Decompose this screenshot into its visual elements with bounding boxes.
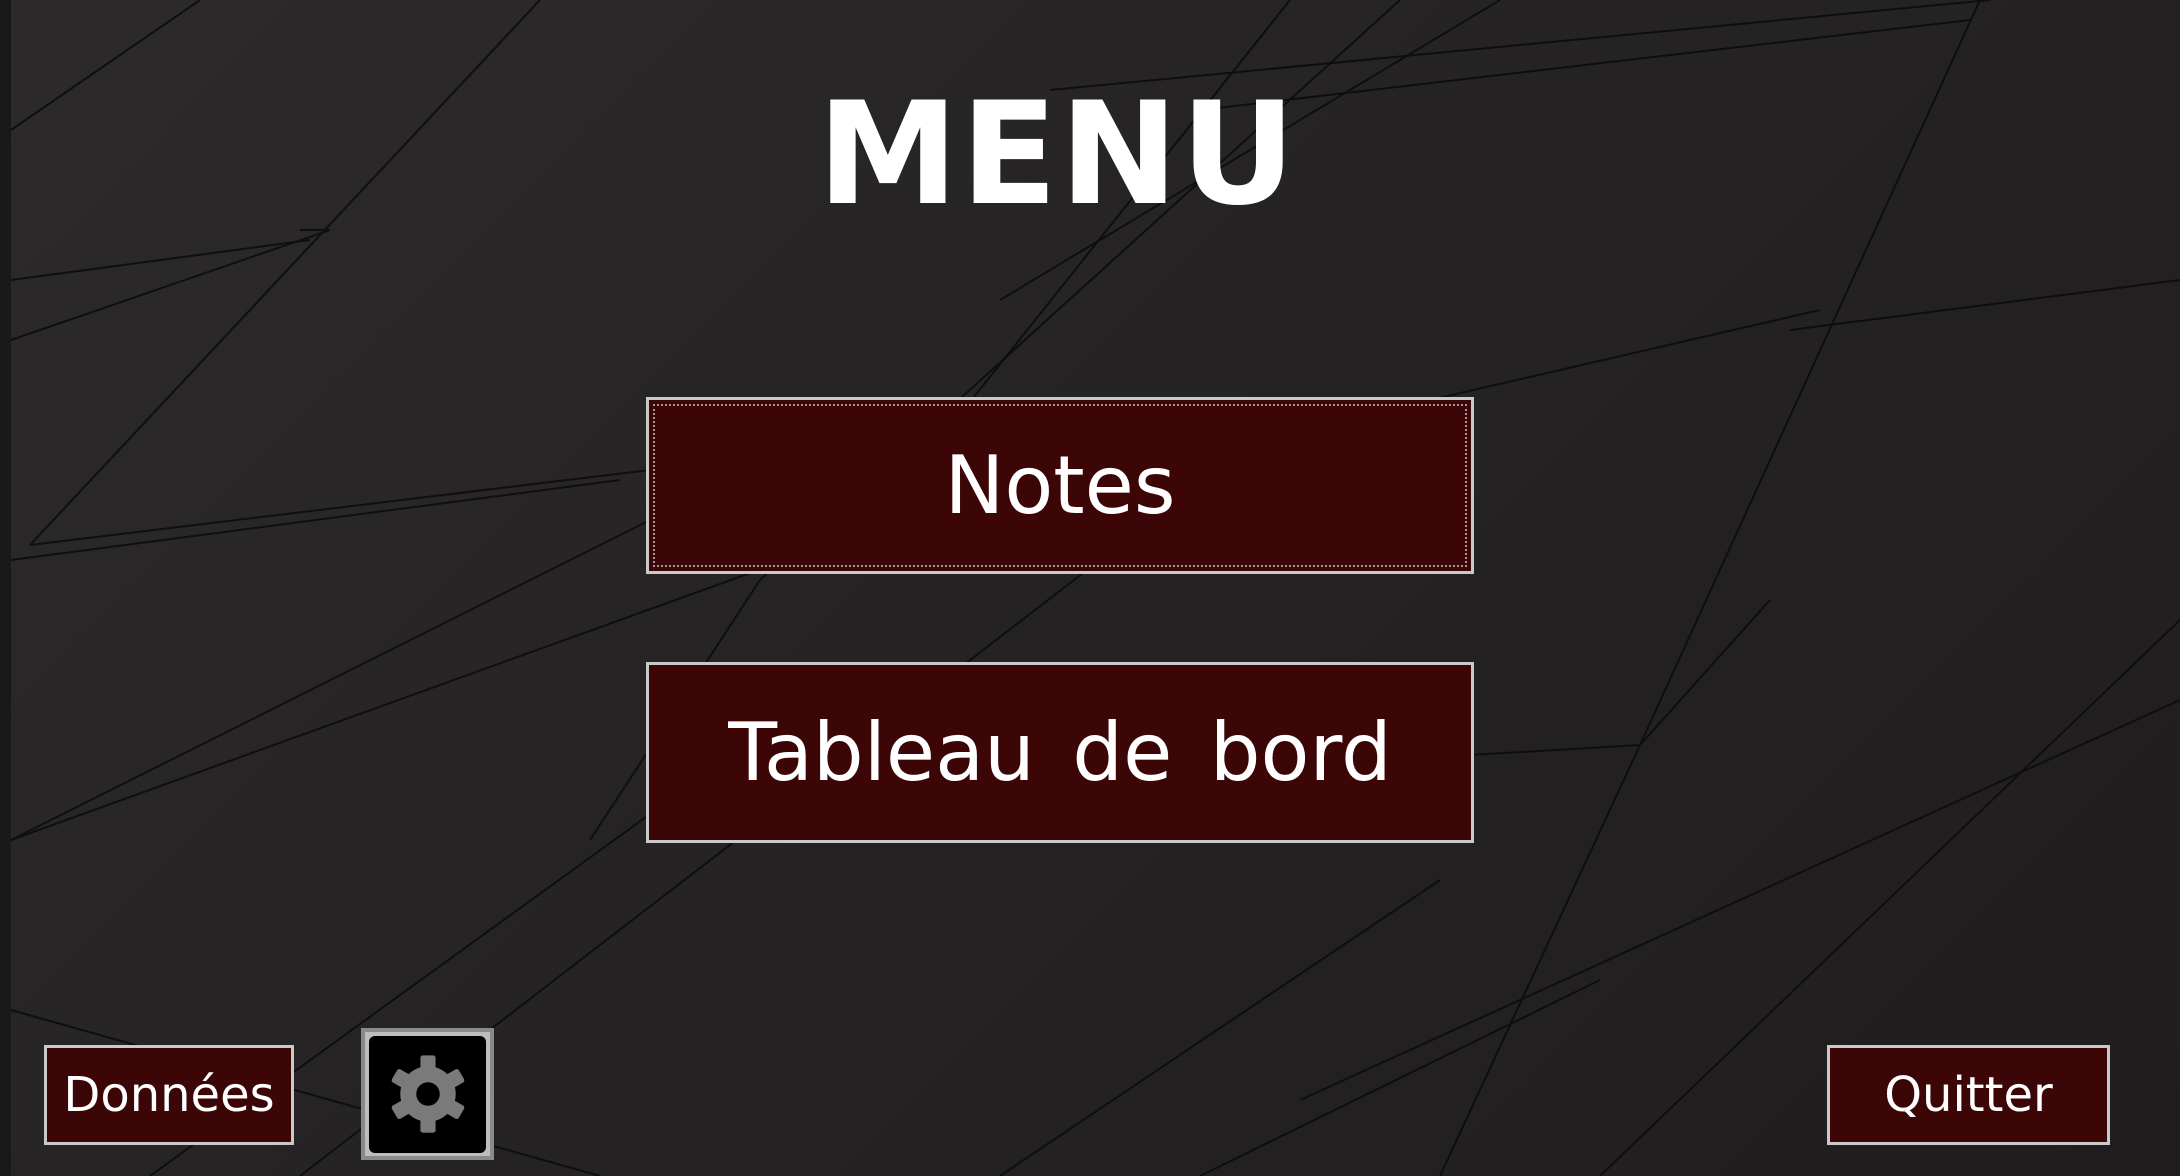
tableau-de-bord-button-label: Tableau de bord: [728, 706, 1392, 799]
quitter-button-label: Quitter: [1884, 1067, 2053, 1123]
tableau-de-bord-button[interactable]: Tableau de bord: [646, 662, 1474, 843]
page-title: MENU: [817, 72, 1298, 237]
notes-button-label: Notes: [944, 439, 1176, 532]
donnees-button[interactable]: Données: [44, 1045, 294, 1145]
donnees-button-label: Données: [63, 1067, 275, 1123]
gear-icon: [391, 1055, 464, 1133]
settings-button[interactable]: [361, 1028, 494, 1160]
settings-icon-frame: [369, 1035, 486, 1153]
notes-button[interactable]: Notes: [646, 397, 1474, 574]
quitter-button[interactable]: Quitter: [1827, 1045, 2110, 1145]
menu-screen: MENU Notes Tableau de bord Données Quitt…: [0, 0, 2180, 1176]
